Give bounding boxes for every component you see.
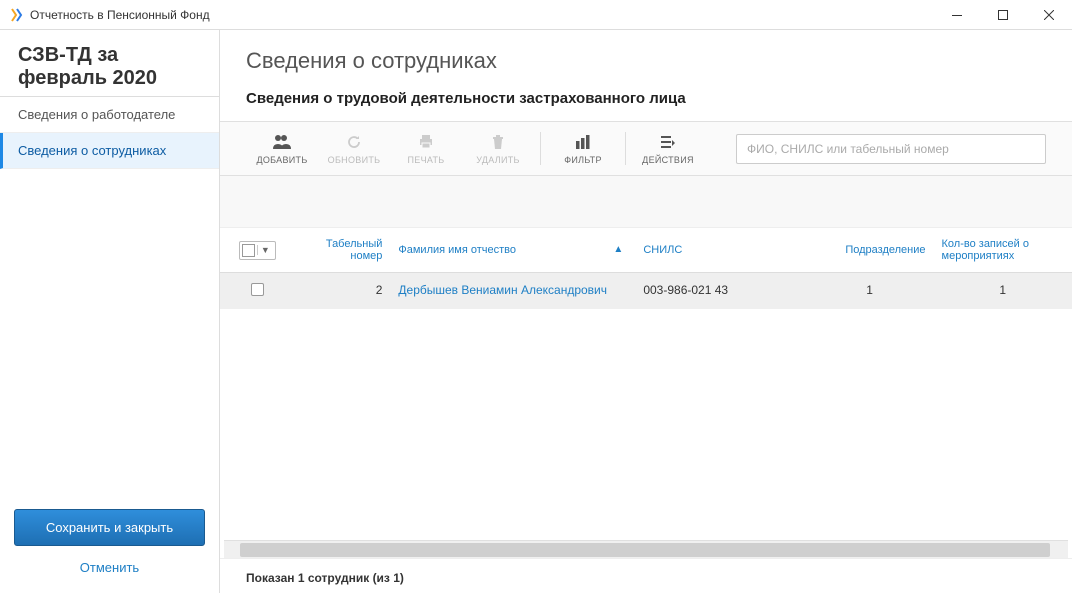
refresh-label: ОБНОВИТЬ: [322, 155, 386, 165]
search-input[interactable]: [736, 134, 1046, 164]
add-button[interactable]: ДОБАВИТЬ: [246, 130, 318, 167]
sidebar-item-employees[interactable]: Сведения о сотрудниках: [0, 133, 219, 169]
window-controls: [934, 0, 1072, 29]
chevron-down-icon: ▼: [257, 245, 273, 255]
col-snils[interactable]: СНИЛС: [635, 228, 805, 273]
print-icon: [394, 132, 458, 152]
trash-icon: [466, 132, 530, 152]
cell-fio[interactable]: Дербышев Вениамин Александрович: [390, 273, 635, 310]
actions-button[interactable]: ДЕЙСТВИЯ: [632, 130, 704, 167]
app-icon: [8, 7, 24, 23]
col-tab-no[interactable]: Табельный номер: [295, 228, 391, 273]
scrollbar-thumb[interactable]: [240, 543, 1050, 557]
page-subtitle: Сведения о трудовой деятельности застрах…: [220, 84, 1072, 121]
window-title: Отчетность в Пенсионный Фонд: [30, 8, 934, 22]
sidebar-item-employer[interactable]: Сведения о работодателе: [0, 97, 219, 133]
titlebar: Отчетность в Пенсионный Фонд: [0, 0, 1072, 30]
sidebar-footer: Сохранить и закрыть Отменить: [0, 499, 219, 593]
print-label: ПЕЧАТЬ: [394, 155, 458, 165]
page-title: Сведения о сотрудниках: [220, 30, 1072, 84]
filter-button[interactable]: ФИЛЬТР: [547, 130, 619, 167]
status-bar: Показан 1 сотрудник (из 1): [220, 558, 1072, 593]
delete-label: УДАЛИТЬ: [466, 155, 530, 165]
close-button[interactable]: [1026, 0, 1072, 30]
col-events[interactable]: Кол-во записей о мероприятиях: [934, 228, 1072, 273]
table-row[interactable]: 2 Дербышев Вениамин Александрович 003-98…: [220, 273, 1072, 310]
print-button[interactable]: ПЕЧАТЬ: [390, 130, 462, 167]
cell-dept: 1: [806, 273, 934, 310]
main-content: Сведения о сотрудниках Сведения о трудов…: [220, 30, 1072, 593]
group-add-icon: [250, 132, 314, 152]
sort-asc-icon: ▲: [613, 244, 623, 255]
employees-table: ▼ Табельный номер Фамилия имя отчество ▲…: [220, 228, 1072, 309]
search-box: [736, 134, 1046, 164]
toolbar: ДОБАВИТЬ ОБНОВИТЬ ПЕЧАТЬ УДАЛИТЬ ФИ: [220, 121, 1072, 176]
table-area: ▼ Табельный номер Фамилия имя отчество ▲…: [220, 176, 1072, 540]
actions-label: ДЕЙСТВИЯ: [636, 155, 700, 165]
cell-tab-no: 2: [295, 273, 391, 310]
minimize-button[interactable]: [934, 0, 980, 30]
col-dept[interactable]: Подразделение: [806, 228, 934, 273]
filter-icon: [551, 132, 615, 152]
row-checkbox[interactable]: [251, 283, 264, 296]
col-fio[interactable]: Фамилия имя отчество ▲: [390, 228, 635, 273]
sidebar-header: СЗВ-ТД за февраль 2020: [0, 30, 219, 96]
cancel-button[interactable]: Отменить: [14, 552, 205, 583]
maximize-button[interactable]: [980, 0, 1026, 30]
select-all-header[interactable]: ▼: [220, 228, 295, 273]
save-close-button[interactable]: Сохранить и закрыть: [14, 509, 205, 546]
horizontal-scrollbar[interactable]: [224, 540, 1068, 558]
refresh-button[interactable]: ОБНОВИТЬ: [318, 130, 390, 167]
cell-events: 1: [934, 273, 1072, 310]
checkbox-icon: [242, 244, 255, 257]
cell-snils: 003-986-021 43: [635, 273, 805, 310]
sidebar: СЗВ-ТД за февраль 2020 Сведения о работо…: [0, 30, 220, 593]
delete-button[interactable]: УДАЛИТЬ: [462, 130, 534, 167]
add-label: ДОБАВИТЬ: [250, 155, 314, 165]
menu-icon: [636, 132, 700, 152]
refresh-icon: [322, 132, 386, 152]
filter-label: ФИЛЬТР: [551, 155, 615, 165]
